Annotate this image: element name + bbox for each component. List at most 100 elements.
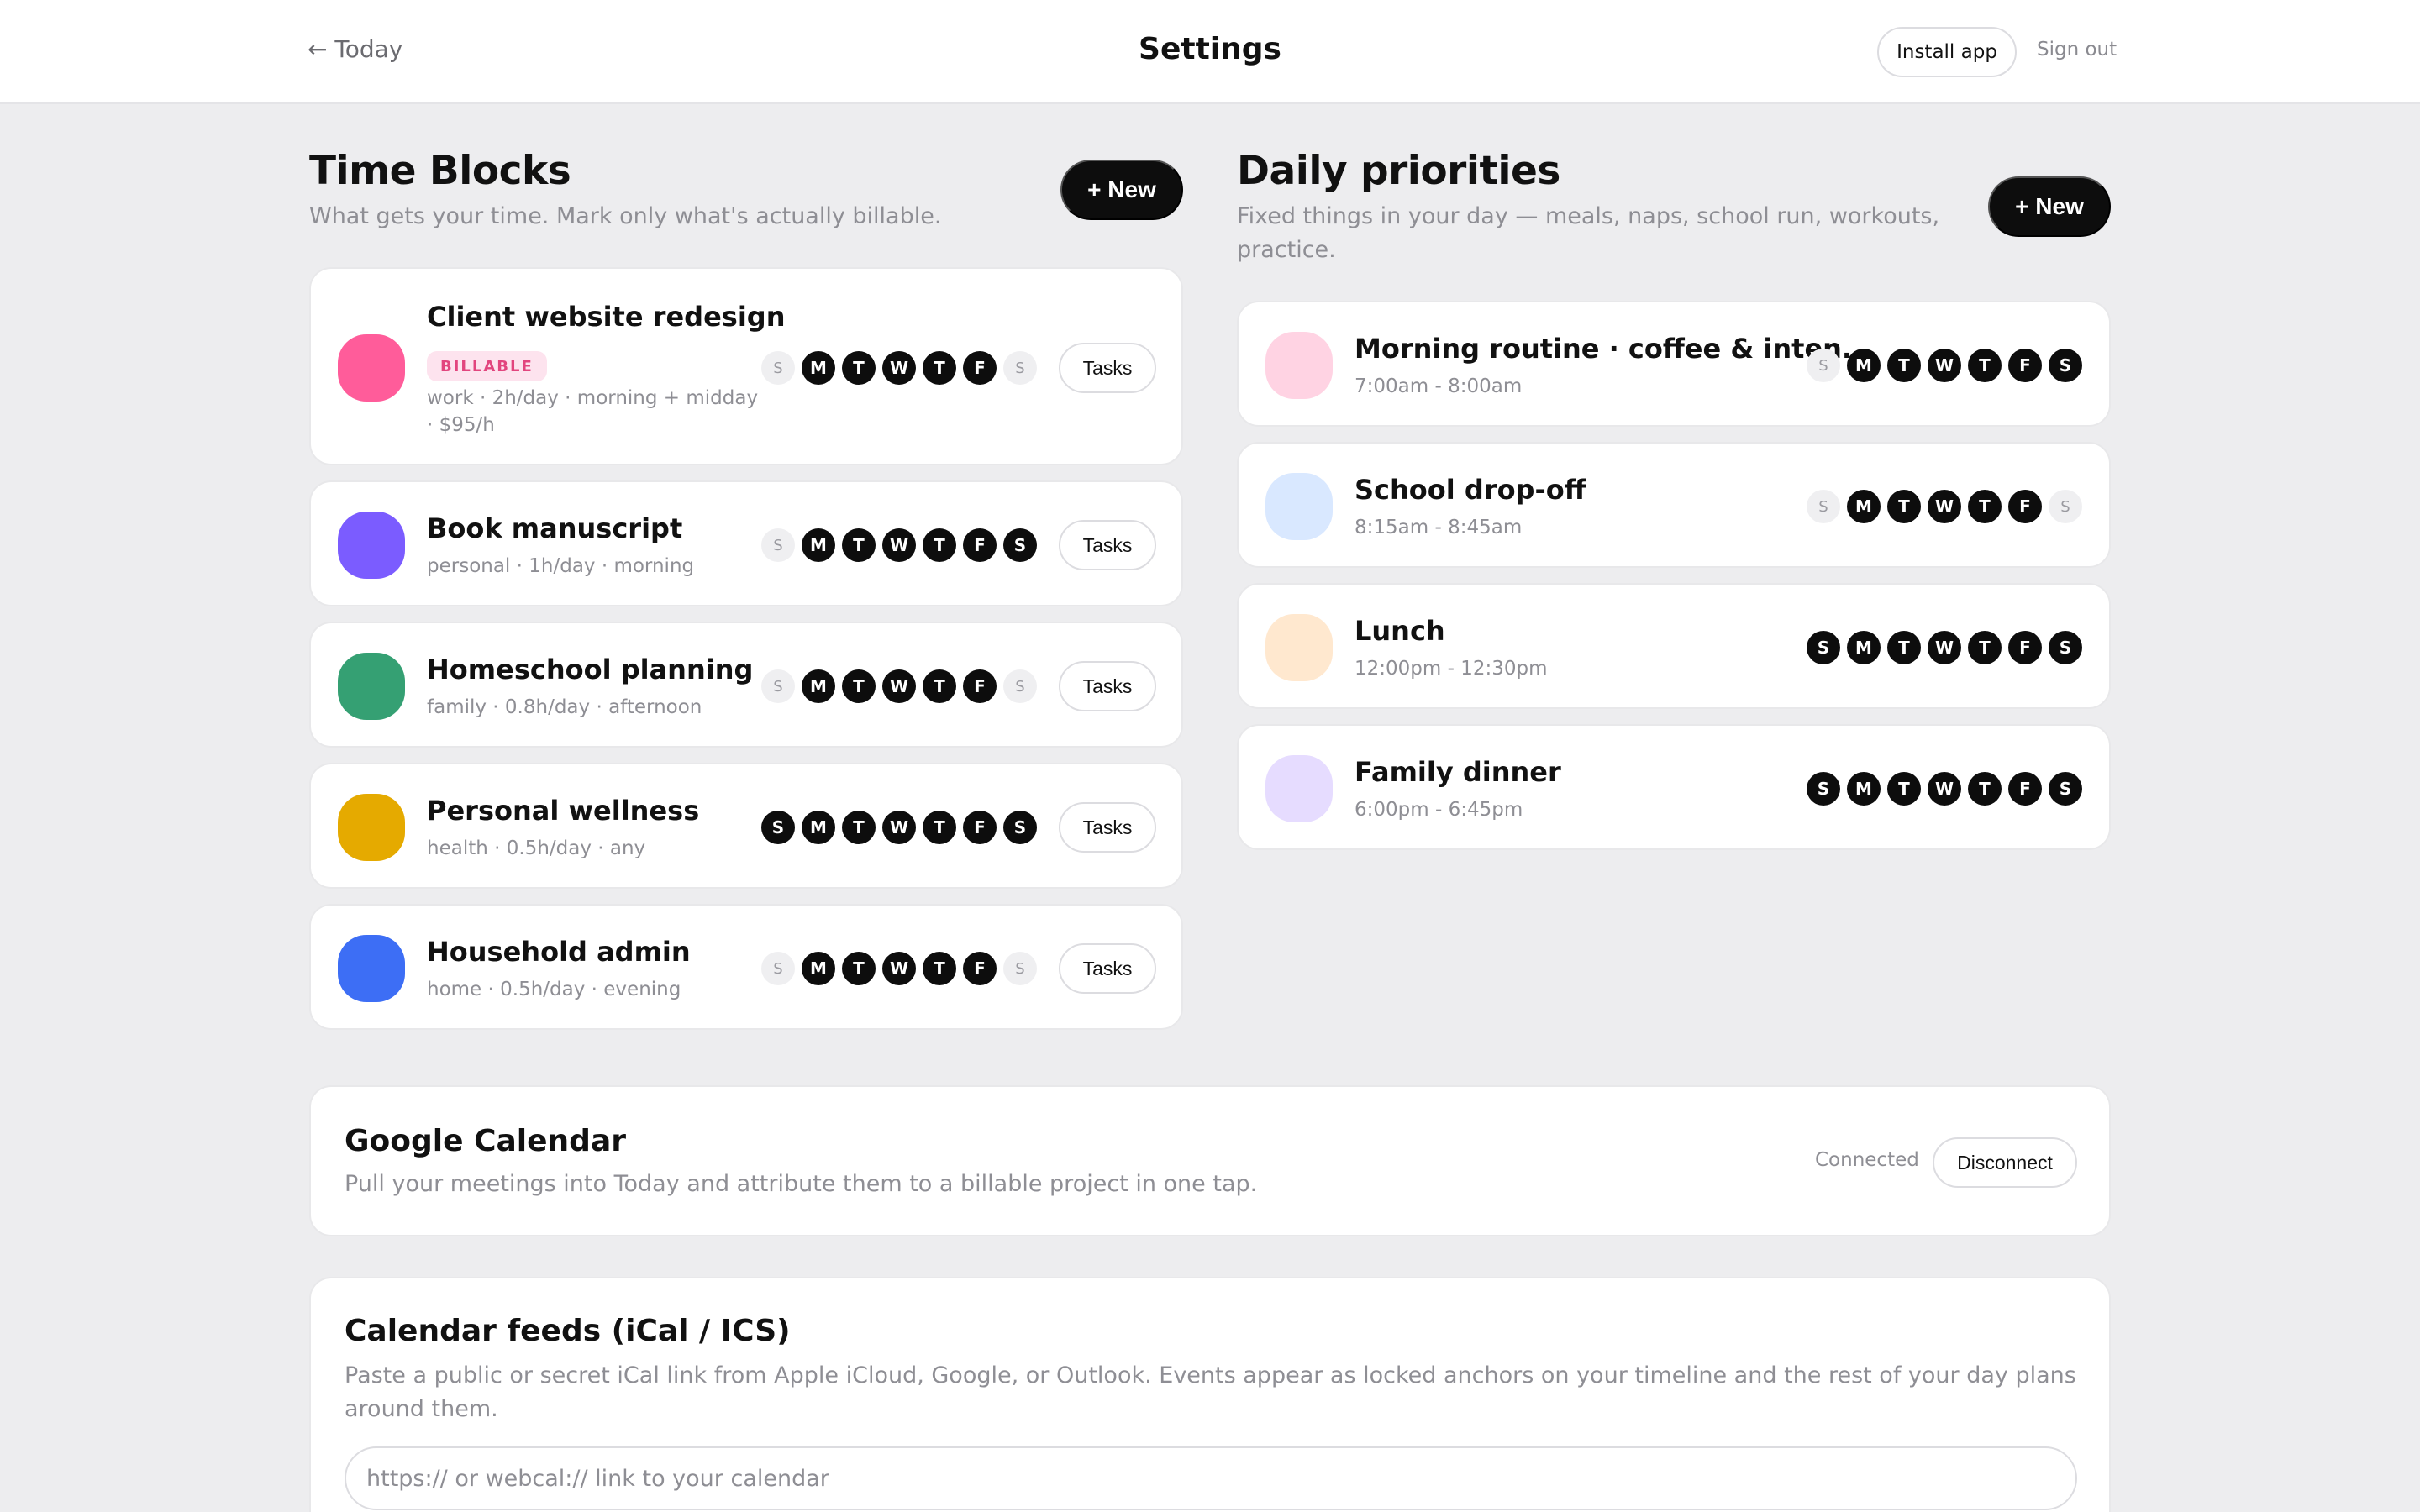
weekday-toggle[interactable]: W <box>882 811 916 844</box>
weekday-toggle[interactable]: S <box>1003 351 1037 385</box>
weekday-toggle[interactable]: M <box>1847 490 1881 523</box>
weekday-toggle[interactable]: W <box>882 669 916 703</box>
weekday-toggle[interactable]: S <box>1003 952 1037 985</box>
weekday-toggle[interactable]: W <box>882 351 916 385</box>
weekday-toggle[interactable]: T <box>923 952 956 985</box>
tasks-button[interactable]: Tasks <box>1059 343 1156 393</box>
weekday-toggle[interactable]: S <box>761 669 795 703</box>
weekday-toggle[interactable]: S <box>761 811 795 844</box>
weekday-toggle[interactable]: M <box>802 669 835 703</box>
weekday-toggle[interactable]: T <box>1968 349 2002 382</box>
weekday-toggle[interactable]: M <box>802 811 835 844</box>
weekday-toggle[interactable]: S <box>2049 490 2082 523</box>
weekday-toggle[interactable]: S <box>761 952 795 985</box>
weekday-toggle[interactable]: M <box>802 528 835 562</box>
weekday-toggle[interactable]: S <box>1003 811 1037 844</box>
weekday-selector: SMTWTFS <box>761 669 1037 703</box>
time-block-name: Book manuscript <box>427 512 683 544</box>
weekday-selector: SMTWTFS <box>761 351 1037 385</box>
weekday-toggle[interactable]: F <box>2008 490 2042 523</box>
weekday-toggle[interactable]: T <box>842 528 876 562</box>
weekday-toggle[interactable]: S <box>1807 490 1840 523</box>
time-blocks-title: Time Blocks <box>309 148 571 194</box>
weekday-toggle[interactable]: W <box>1928 772 1961 806</box>
priority-card-family-dinner[interactable]: Family dinner 6:00pm - 6:45pm SMTWTFS <box>1237 724 2111 850</box>
tasks-button[interactable]: Tasks <box>1059 520 1156 570</box>
weekday-toggle[interactable]: M <box>1847 631 1881 664</box>
weekday-toggle[interactable]: M <box>1847 349 1881 382</box>
weekday-toggle[interactable]: T <box>842 669 876 703</box>
weekday-toggle[interactable]: F <box>2008 772 2042 806</box>
time-block-color-swatch <box>338 653 405 720</box>
calendar-feeds-section: Calendar feeds (iCal / ICS) Paste a publ… <box>309 1277 2111 1512</box>
weekday-toggle[interactable]: S <box>1807 631 1840 664</box>
time-block-color-swatch <box>338 794 405 861</box>
weekday-toggle[interactable]: W <box>1928 349 1961 382</box>
calendar-feeds-subtitle-cont: around them. <box>345 1396 498 1422</box>
tasks-button[interactable]: Tasks <box>1059 802 1156 853</box>
new-time-block-button[interactable]: + New <box>1060 160 1183 220</box>
weekday-toggle[interactable]: W <box>882 952 916 985</box>
weekday-toggle[interactable]: W <box>1928 631 1961 664</box>
disconnect-button[interactable]: Disconnect <box>1933 1137 2077 1188</box>
weekday-toggle[interactable]: F <box>963 351 997 385</box>
weekday-toggle[interactable]: M <box>802 351 835 385</box>
weekday-toggle[interactable]: F <box>963 669 997 703</box>
weekday-toggle[interactable]: T <box>842 351 876 385</box>
weekday-toggle[interactable]: S <box>2049 349 2082 382</box>
weekday-toggle[interactable]: S <box>761 351 795 385</box>
weekday-toggle[interactable]: T <box>1887 631 1921 664</box>
weekday-toggle[interactable]: S <box>1003 669 1037 703</box>
weekday-toggle[interactable]: M <box>802 952 835 985</box>
weekday-toggle[interactable]: T <box>1968 490 2002 523</box>
time-block-card-homeschool-planning[interactable]: Homeschool planning family · 0.8h/day · … <box>309 622 1183 748</box>
weekday-toggle[interactable]: T <box>923 528 956 562</box>
time-block-meta: work · 2h/day · morning + midday <box>427 387 759 409</box>
time-block-card-personal-wellness[interactable]: Personal wellness health · 0.5h/day · an… <box>309 763 1183 889</box>
weekday-toggle[interactable]: T <box>923 351 956 385</box>
time-block-card-client-website[interactable]: Client website redesign BILLABLE work · … <box>309 267 1183 465</box>
weekday-toggle[interactable]: S <box>1807 349 1840 382</box>
priority-card-school-drop-off[interactable]: School drop-off 8:15am - 8:45am SMTWTFS <box>1237 442 2111 568</box>
weekday-toggle[interactable]: T <box>1968 631 2002 664</box>
weekday-toggle[interactable]: T <box>1968 772 2002 806</box>
weekday-toggle[interactable]: W <box>1928 490 1961 523</box>
time-block-card-book-manuscript[interactable]: Book manuscript personal · 1h/day · morn… <box>309 480 1183 606</box>
weekday-toggle[interactable]: T <box>1887 349 1921 382</box>
google-calendar-title: Google Calendar <box>345 1124 626 1158</box>
weekday-toggle[interactable]: F <box>2008 631 2042 664</box>
new-priority-button[interactable]: + New <box>1988 176 2111 237</box>
sign-out-link[interactable]: Sign out <box>2037 39 2117 60</box>
weekday-toggle[interactable]: F <box>963 811 997 844</box>
weekday-toggle[interactable]: T <box>842 952 876 985</box>
install-app-button[interactable]: Install app <box>1877 27 2017 77</box>
priority-card-lunch[interactable]: Lunch 12:00pm - 12:30pm SMTWTFS <box>1237 583 2111 709</box>
weekday-toggle[interactable]: S <box>1807 772 1840 806</box>
weekday-selector: SMTWTFS <box>1807 490 2082 523</box>
weekday-toggle[interactable]: S <box>2049 772 2082 806</box>
weekday-toggle[interactable]: S <box>2049 631 2082 664</box>
tasks-button[interactable]: Tasks <box>1059 943 1156 994</box>
time-block-meta-rate: · $95/h <box>427 414 495 436</box>
top-bar: ← Today Settings Install app Sign out <box>0 0 2420 104</box>
priority-color-swatch <box>1265 332 1333 399</box>
weekday-toggle[interactable]: F <box>2008 349 2042 382</box>
priority-card-morning-routine[interactable]: Morning routine · coffee & inten... 7:00… <box>1237 301 2111 427</box>
weekday-toggle[interactable]: T <box>842 811 876 844</box>
tasks-button[interactable]: Tasks <box>1059 661 1156 711</box>
weekday-toggle[interactable]: M <box>1847 772 1881 806</box>
weekday-toggle[interactable]: W <box>882 528 916 562</box>
weekday-selector: SMTWTFS <box>761 952 1037 985</box>
priority-color-swatch <box>1265 614 1333 681</box>
time-block-card-household-admin[interactable]: Household admin home · 0.5h/day · evenin… <box>309 904 1183 1030</box>
weekday-toggle[interactable]: T <box>1887 772 1921 806</box>
weekday-toggle[interactable]: S <box>761 528 795 562</box>
calendar-feed-url-input[interactable] <box>345 1446 2077 1510</box>
weekday-toggle[interactable]: S <box>1003 528 1037 562</box>
weekday-toggle[interactable]: T <box>1887 490 1921 523</box>
weekday-toggle[interactable]: T <box>923 669 956 703</box>
weekday-toggle[interactable]: T <box>923 811 956 844</box>
weekday-toggle[interactable]: F <box>963 952 997 985</box>
weekday-toggle[interactable]: F <box>963 528 997 562</box>
google-calendar-section: Google Calendar Pull your meetings into … <box>309 1085 2111 1236</box>
